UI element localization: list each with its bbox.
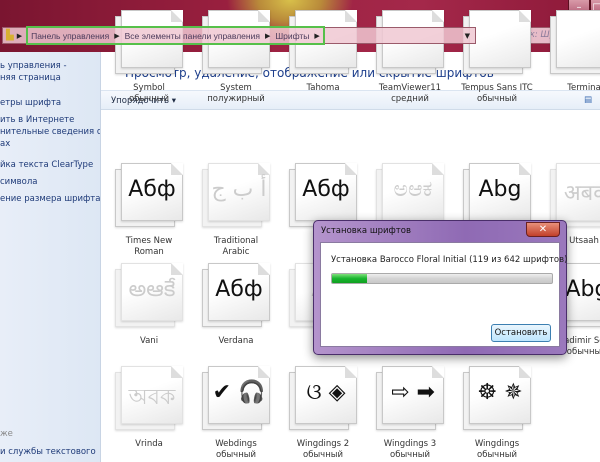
install-fonts-dialog: Установка шрифтов ✕ Установка Barocco Fl…: [313, 220, 567, 355]
font-name: Times New: [125, 236, 173, 246]
font-style: полужирный: [207, 94, 265, 104]
address-bar[interactable]: ▙ ▶ Панель управления ▶ Все элементы пане…: [2, 26, 476, 45]
font-preview: అఆకే: [128, 277, 176, 302]
font-item[interactable]: System полужирный: [193, 10, 279, 105]
font-item[interactable]: Symbol обычный: [106, 10, 192, 105]
font-style: Arabic: [222, 247, 250, 257]
font-preview: ✔ 🎧: [212, 380, 266, 405]
font-name: Wingdings 3: [383, 439, 437, 449]
font-file-icon: Abg: [463, 163, 531, 227]
font-name: Symbol: [133, 83, 165, 93]
font-preview: Abg: [478, 177, 522, 202]
font-item[interactable]: Абф Verdana: [193, 263, 279, 347]
font-item[interactable]: అఆకే Vani: [106, 263, 192, 347]
font-file-icon: أ ب ج: [202, 163, 270, 227]
font-item[interactable]: أ ب ج Traditional Arabic: [193, 163, 279, 258]
progress-bar: [331, 273, 553, 284]
crumb-fonts[interactable]: Шрифты: [275, 31, 309, 41]
font-style: обычный: [129, 94, 169, 104]
font-file-icon: ଓ ◈: [289, 366, 357, 430]
font-name: Tempus Sans ITC: [461, 83, 533, 93]
font-style: обычный: [477, 94, 517, 104]
font-name: Vani: [139, 336, 159, 346]
font-file-icon: Абф: [115, 163, 183, 227]
font-preview: अबक: [563, 181, 600, 206]
font-file-icon: అఆకే: [115, 263, 183, 327]
progress-fill: [332, 274, 368, 283]
font-file-icon: ✔ 🎧: [202, 366, 270, 430]
font-preview: ☸ ✵: [477, 380, 523, 405]
folder-icon: ▙: [6, 30, 14, 41]
font-name: System: [220, 83, 252, 93]
font-style: Roman: [134, 247, 164, 257]
font-file-icon: Абф: [289, 163, 357, 227]
font-item[interactable]: ☸ ✵ Wingdings обычный: [454, 366, 540, 461]
font-item[interactable]: ✔ 🎧 Webdings обычный: [193, 366, 279, 461]
font-name: Wingdings 2: [296, 439, 350, 449]
font-style: средний: [391, 94, 429, 104]
font-preview: Абф: [215, 277, 263, 302]
close-button[interactable]: ✕: [526, 222, 560, 237]
font-preview: Абф: [128, 177, 176, 202]
font-preview: ଓ ◈: [306, 380, 346, 405]
font-file-icon: ☸ ✵: [463, 366, 531, 430]
font-file-icon: अबक: [550, 163, 600, 227]
sidebar-link-online[interactable]: ить в Интернете: [0, 114, 74, 126]
sidebar-link-font-settings[interactable]: етры шрифта: [0, 97, 61, 109]
font-preview: ಅಆಕ: [393, 177, 433, 202]
chevron-right-icon: ▶: [314, 32, 320, 40]
font-item[interactable]: Termina: [541, 10, 600, 94]
chevron-right-icon: ▶: [264, 32, 271, 40]
view-icon[interactable]: ▤: [584, 95, 592, 105]
breadcrumb: Панель управления ▶ Все элементы панели у…: [26, 26, 325, 45]
sidebar-link-font-size[interactable]: ение размера шрифта: [0, 193, 100, 205]
chevron-right-icon: ▶: [16, 31, 23, 40]
font-name: Tahoma: [306, 83, 340, 93]
font-name: Vrinda: [135, 439, 163, 449]
crumb-control-panel[interactable]: Панель управления: [31, 31, 109, 41]
font-name: Verdana: [218, 336, 254, 346]
font-style: обычный: [477, 450, 517, 460]
font-file-icon: [550, 10, 600, 74]
sidebar: ь управления - няя страница етры шрифта …: [0, 52, 101, 462]
font-name: Wingdings: [474, 439, 520, 449]
font-item[interactable]: Tempus Sans ITC обычный: [454, 10, 540, 105]
font-item[interactable]: অবক Vrinda: [106, 366, 192, 450]
chevron-right-icon: ▶: [114, 32, 120, 40]
font-style: обычный: [303, 450, 343, 460]
font-name: Traditional: [213, 236, 259, 246]
font-item[interactable]: ଓ ◈ Wingdings 2 обычный: [280, 366, 366, 461]
font-file-icon: ⇨ ➡: [376, 366, 444, 430]
see-also-label: же: [0, 429, 13, 439]
install-status: Установка Barocco Floral Initial (119 из…: [331, 255, 568, 265]
dialog-body: Установка Barocco Floral Initial (119 из…: [320, 242, 567, 347]
crumb-all-items[interactable]: Все элементы панели управления: [125, 31, 260, 41]
dropdown-icon[interactable]: ▼: [465, 32, 470, 40]
stop-button[interactable]: Остановить: [491, 324, 551, 342]
sidebar-link-online-2[interactable]: нительные сведения о: [0, 126, 100, 138]
font-name: Termina: [567, 83, 600, 93]
sidebar-link-cleartype[interactable]: йка текста ClearType: [0, 159, 93, 171]
font-preview: অবক: [128, 385, 176, 410]
font-item[interactable]: Tahoma: [280, 10, 366, 94]
sidebar-link-home[interactable]: ь управления -: [0, 60, 67, 72]
font-item[interactable]: ⇨ ➡ Wingdings 3 обычный: [367, 366, 453, 461]
font-file-icon: অবক: [115, 366, 183, 430]
dialog-title: Установка шрифтов: [321, 226, 411, 236]
font-preview: ⇨ ➡: [391, 380, 435, 405]
font-file-icon: Абф: [202, 263, 270, 327]
font-name: Webdings: [215, 439, 257, 449]
sidebar-link-online-3[interactable]: ах: [0, 138, 10, 150]
font-preview: أ ب ج: [211, 177, 267, 202]
font-preview: Абф: [302, 177, 350, 202]
font-style: обычный: [216, 450, 256, 460]
sidebar-link-home-2[interactable]: няя страница: [0, 72, 61, 84]
font-name: TeamViewer11: [378, 83, 442, 93]
font-item[interactable]: Абф Times New Roman: [106, 163, 192, 258]
font-item[interactable]: TeamViewer11 средний: [367, 10, 453, 105]
sidebar-link-text-services[interactable]: и службы текстового: [0, 446, 96, 458]
sidebar-link-charmap[interactable]: символа: [0, 176, 37, 188]
font-style: обычный: [390, 450, 430, 460]
font-file-icon: ಅಆಕ: [376, 163, 444, 227]
